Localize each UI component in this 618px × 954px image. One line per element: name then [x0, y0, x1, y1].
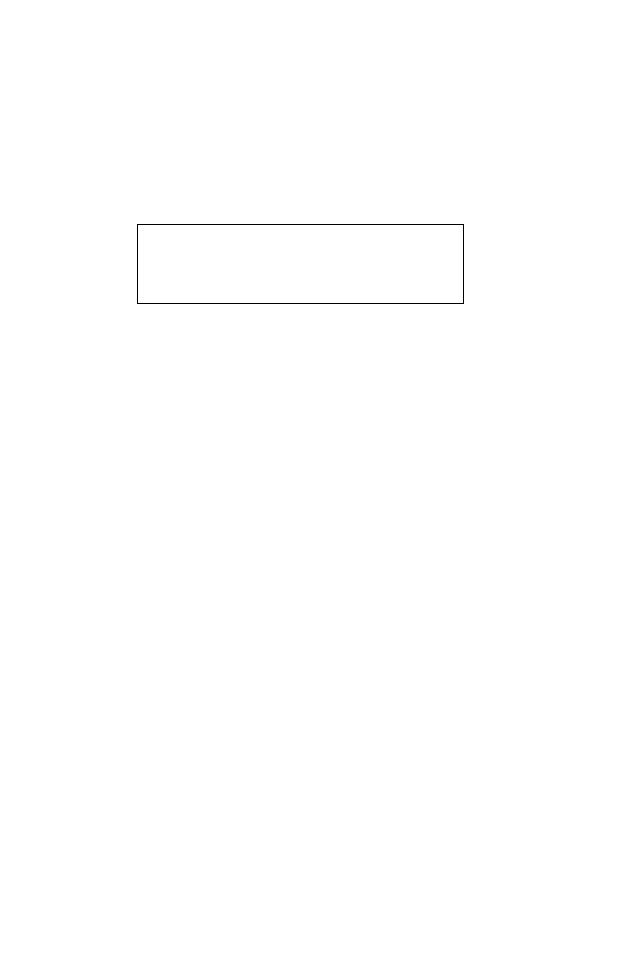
- empty-rectangle: [137, 224, 464, 304]
